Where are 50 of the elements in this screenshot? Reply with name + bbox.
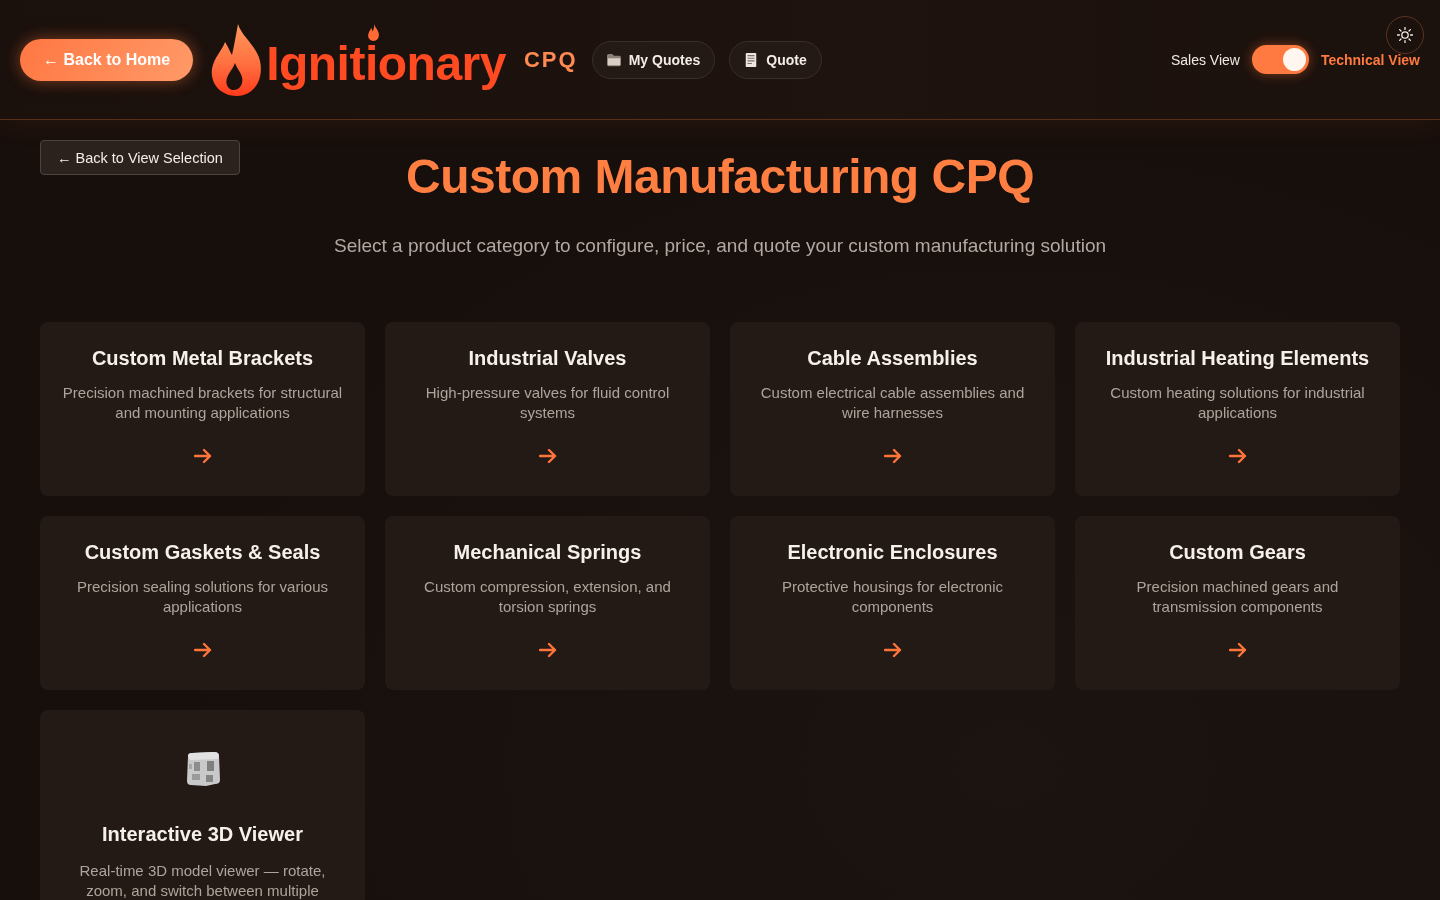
card-description: Precision machined gears and transmission components — [1135, 577, 1340, 617]
arrow-right-icon — [193, 448, 212, 464]
arrow-right-icon — [538, 448, 557, 464]
category-card[interactable]: Mechanical Springs Custom compression, extension, and torsion springs — [385, 516, 710, 690]
arrow-right-icon — [1228, 448, 1247, 464]
category-card[interactable]: Custom Gears Precision machined gears and transmission components — [1075, 516, 1400, 690]
arrow-right-icon — [883, 448, 902, 464]
small-flame-icon — [368, 24, 380, 41]
flame-logo-icon — [211, 22, 264, 97]
category-card[interactable]: Industrial Valves High-pressure valves for fluid control systems — [385, 322, 710, 496]
arrow-right-icon — [883, 642, 902, 658]
card-description: Precision machined brackets for structural and mounting applications — [61, 383, 344, 423]
card-title: Industrial Valves — [468, 346, 627, 371]
arrow-right-icon — [1228, 642, 1247, 658]
card-title: Industrial Heating Elements — [1105, 346, 1370, 371]
document-icon — [744, 52, 759, 67]
card-description: Real-time 3D model viewer — rotate, zoom, and switch between multiple — [78, 861, 327, 900]
theme-toggle-button[interactable] — [1386, 16, 1424, 54]
nav-button[interactable]: My Quotes — [591, 40, 716, 79]
arrow-right-icon — [538, 642, 557, 658]
card-description: Custom compression, extension, and torsion springs — [423, 577, 672, 617]
card-description: Precision sealing solutions for various applications — [76, 577, 329, 617]
category-card[interactable]: Industrial Heating Elements Custom heating solutions for industrial applications — [1075, 322, 1400, 496]
card-title: Mechanical Springs — [453, 540, 642, 565]
category-card[interactable]: Custom Gaskets & Seals Precision sealing solutions for various applications — [40, 516, 365, 690]
card-description: High-pressure valves for fluid control systems — [424, 383, 671, 423]
card-title: Custom Gaskets & Seals — [84, 540, 321, 565]
card-description: Protective housings for electronic components — [781, 577, 1004, 617]
category-card[interactable]: Electronic Enclosures Protective housings for electronic components — [730, 516, 1055, 690]
page-title: Custom Manufacturing CPQ — [406, 149, 1034, 205]
back-to-view-selection-button[interactable]: ← Back to View Selection — [40, 140, 240, 175]
technical-view-label: Technical View — [1320, 51, 1420, 68]
folder-icon — [606, 52, 621, 67]
arrow-right-icon — [193, 642, 212, 658]
viewer-card[interactable]: Interactive 3D Viewer Real-time 3D model viewer — rotate, zoom, and switch between multiple — [40, 710, 365, 900]
category-card[interactable]: Cable Assemblies Custom electrical cable assemblies and wire harnesses — [730, 322, 1055, 496]
card-title: Electronic Enclosures — [787, 540, 998, 565]
category-card[interactable]: Custom Metal Brackets Precision machined brackets for structural and mounting applications — [40, 322, 365, 496]
sun-icon — [1397, 27, 1413, 43]
view-toggle[interactable] — [1251, 45, 1309, 74]
logo-suffix: CPQ — [524, 46, 578, 73]
card-title: Cable Assemblies — [807, 346, 978, 371]
card-description: Custom heating solutions for industrial applications — [1109, 383, 1366, 423]
card-title: Custom Gears — [1169, 540, 1306, 565]
card-title: Custom Metal Brackets — [91, 346, 314, 371]
nav-button[interactable]: Quote — [729, 40, 822, 79]
page-subtitle: Select a product category to configure, price, and quote your custom manufacturing solution — [332, 234, 1108, 258]
card-title: Interactive 3D Viewer — [102, 822, 303, 847]
card-description: Custom electrical cable assemblies and wire harnesses — [759, 383, 1026, 423]
sales-view-label: Sales View — [1170, 51, 1240, 68]
